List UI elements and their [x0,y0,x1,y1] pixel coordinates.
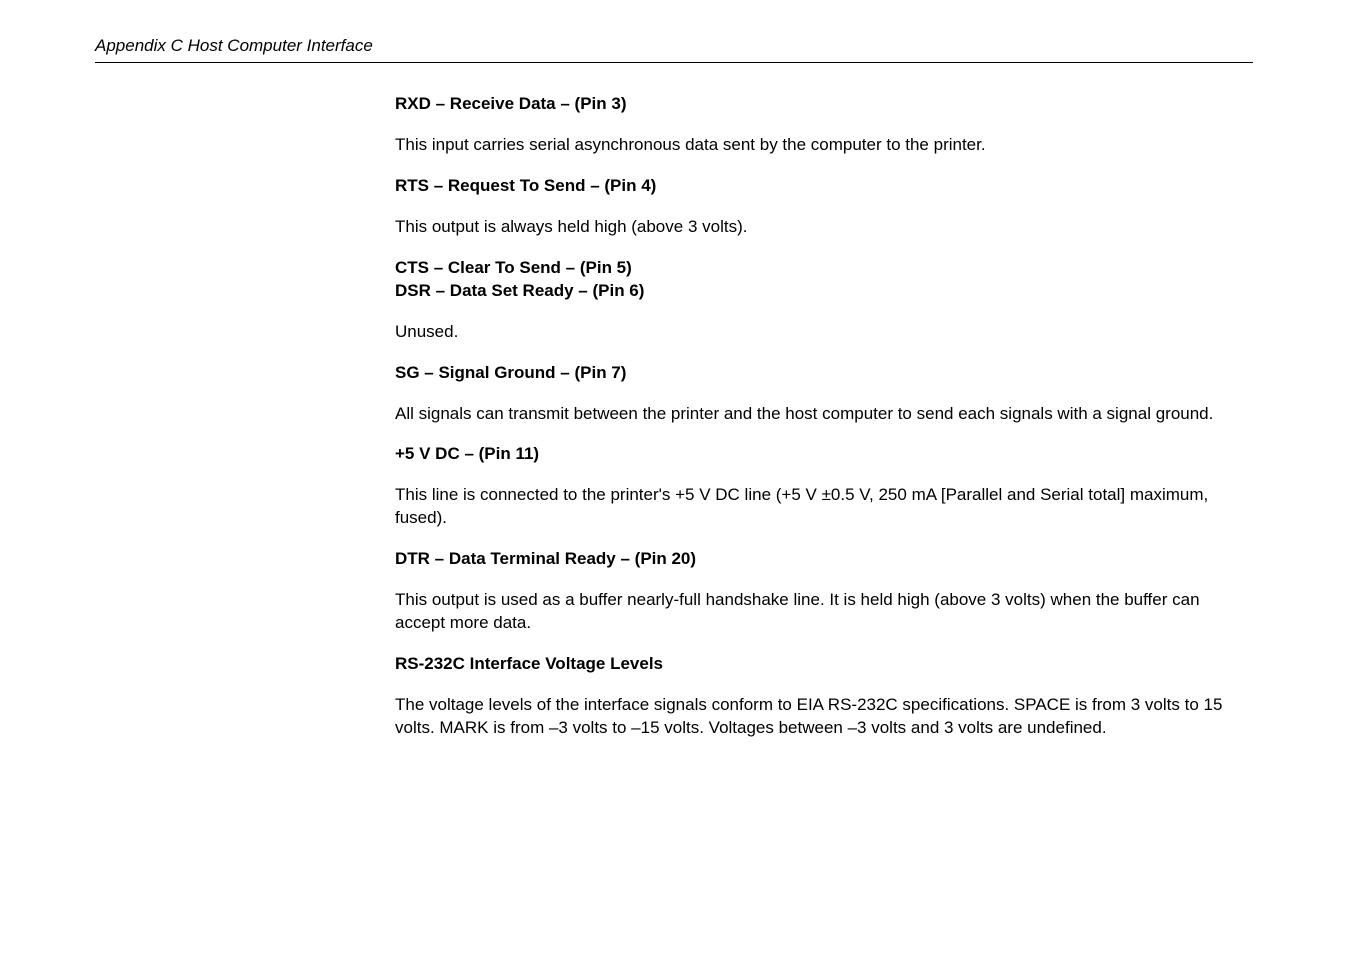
page: Appendix C Host Computer Interface RXD –… [0,0,1348,954]
rxd-heading: RXD – Receive Data – (Pin 3) [395,93,1245,116]
dtr-heading: DTR – Data Terminal Ready – (Pin 20) [395,548,1245,571]
rs232-body: The voltage levels of the interface sign… [395,694,1245,740]
rs232-heading: RS-232C Interface Voltage Levels [395,653,1245,676]
dsr-heading: DSR – Data Set Ready – (Pin 6) [395,280,1245,303]
cts-body: Unused. [395,321,1245,344]
cts-heading: CTS – Clear To Send – (Pin 5) [395,257,1245,280]
rts-heading: RTS – Request To Send – (Pin 4) [395,175,1245,198]
header-rule [95,62,1253,63]
v5-heading: +5 V DC – (Pin 11) [395,443,1245,466]
sg-heading: SG – Signal Ground – (Pin 7) [395,362,1245,385]
content: RXD – Receive Data – (Pin 3) This input … [395,93,1245,740]
sg-body: All signals can transmit between the pri… [395,403,1245,426]
v5-body: This line is connected to the printer's … [395,484,1245,530]
rxd-body: This input carries serial asynchronous d… [395,134,1245,157]
dtr-body: This output is used as a buffer nearly-f… [395,589,1245,635]
page-header: Appendix C Host Computer Interface [95,36,1253,56]
rts-body: This output is always held high (above 3… [395,216,1245,239]
